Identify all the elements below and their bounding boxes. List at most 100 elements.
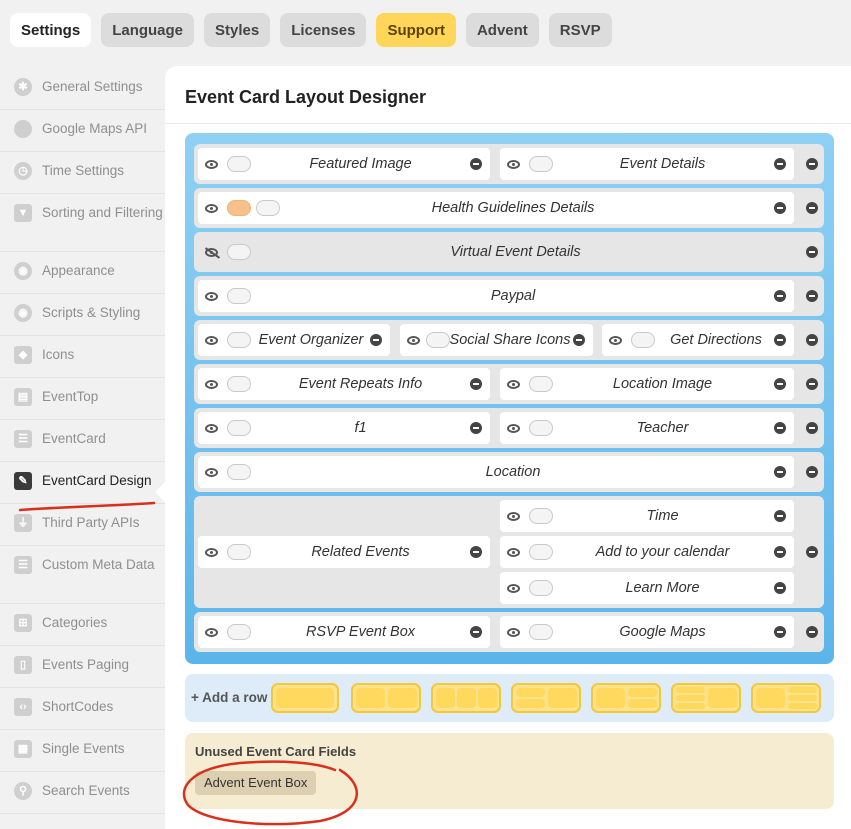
layout-option-two-columns[interactable] [351, 683, 421, 713]
sidebar-item-search-events[interactable]: ⚲ Search Events [0, 772, 165, 814]
field-box-add-to-calendar[interactable]: Add to your calendar [500, 536, 794, 568]
field-box-virtual-event-details[interactable]: Virtual Event Details [198, 236, 794, 268]
layout-row[interactable]: f1 Teacher [194, 408, 824, 448]
layout-row[interactable]: RSVP Event Box Google Maps [194, 612, 824, 652]
visibility-toggle[interactable] [227, 156, 251, 172]
field-box-time[interactable]: Time [500, 500, 794, 532]
tab-language[interactable]: Language [101, 13, 195, 47]
visibility-toggle[interactable] [426, 332, 450, 348]
remove-field-icon[interactable] [774, 626, 786, 638]
field-box-get-directions[interactable]: Get Directions [602, 324, 794, 356]
remove-field-icon[interactable] [774, 290, 786, 302]
eye-icon[interactable] [205, 160, 218, 169]
visibility-toggle[interactable] [529, 544, 553, 560]
remove-row-icon[interactable] [806, 246, 818, 258]
layout-row[interactable]: Featured Image Event Details [194, 144, 824, 184]
sidebar-item-eventtop[interactable]: ▤ EventTop [0, 378, 165, 420]
eye-icon[interactable] [407, 336, 420, 345]
eye-icon[interactable] [205, 204, 218, 213]
eye-icon[interactable] [205, 468, 218, 477]
eye-icon[interactable] [205, 548, 218, 557]
sidebar-item-sorting-filtering[interactable]: ▼ Sorting and Filtering [0, 194, 165, 252]
remove-field-icon[interactable] [774, 510, 786, 522]
eye-icon[interactable] [609, 336, 622, 345]
eye-icon[interactable] [507, 424, 520, 433]
visibility-toggle[interactable] [227, 332, 251, 348]
remove-row-icon[interactable] [806, 626, 818, 638]
color-toggle[interactable] [227, 200, 251, 216]
sidebar-item-categories[interactable]: ⊞ Categories [0, 604, 165, 646]
visibility-toggle[interactable] [227, 376, 251, 392]
remove-field-icon[interactable] [573, 334, 585, 346]
eye-icon[interactable] [507, 628, 520, 637]
remove-field-icon[interactable] [774, 422, 786, 434]
remove-field-icon[interactable] [470, 158, 482, 170]
visibility-toggle[interactable] [529, 580, 553, 596]
remove-row-icon[interactable] [806, 334, 818, 346]
remove-field-icon[interactable] [774, 202, 786, 214]
layout-option-stacked-right[interactable] [591, 683, 661, 713]
layout-option-triple-stacked-right[interactable] [751, 683, 821, 713]
field-box-rsvp-event-box[interactable]: RSVP Event Box [198, 616, 490, 648]
remove-field-icon[interactable] [470, 378, 482, 390]
layout-row[interactable]: Event Organizer Social Share Icons Get D… [194, 320, 824, 360]
remove-field-icon[interactable] [470, 626, 482, 638]
layout-row[interactable]: Virtual Event Details [194, 232, 824, 272]
eye-icon[interactable] [507, 548, 520, 557]
remove-row-icon[interactable] [806, 422, 818, 434]
field-box-paypal[interactable]: Paypal [198, 280, 794, 312]
field-box-google-maps[interactable]: Google Maps [500, 616, 794, 648]
add-row-button[interactable]: + Add a row [191, 674, 267, 722]
visibility-toggle[interactable] [227, 464, 251, 480]
layout-option-triple-stacked-left[interactable] [671, 683, 741, 713]
visibility-toggle[interactable] [631, 332, 655, 348]
sidebar-item-general-settings[interactable]: ✱ General Settings [0, 68, 165, 110]
tab-styles[interactable]: Styles [204, 13, 271, 47]
remove-row-icon[interactable] [806, 546, 818, 558]
visibility-toggle[interactable] [529, 508, 553, 524]
field-box-location-image[interactable]: Location Image [500, 368, 794, 400]
field-box-location[interactable]: Location [198, 456, 794, 488]
remove-field-icon[interactable] [774, 158, 786, 170]
visibility-toggle[interactable] [227, 544, 251, 560]
visibility-toggle[interactable] [227, 288, 251, 304]
tab-advent[interactable]: Advent [465, 13, 539, 47]
sidebar-item-icons[interactable]: ◆ Icons [0, 336, 165, 378]
layout-row[interactable]: Health Guidelines Details [194, 188, 824, 228]
tab-licenses[interactable]: Licenses [280, 13, 367, 47]
visibility-toggle[interactable] [227, 420, 251, 436]
sidebar-item-appearance[interactable]: ◉ Appearance [0, 252, 165, 294]
sidebar-item-time-settings[interactable]: ◷ Time Settings [0, 152, 165, 194]
remove-field-icon[interactable] [774, 378, 786, 390]
eye-slash-icon[interactable] [205, 248, 218, 257]
remove-row-icon[interactable] [806, 290, 818, 302]
visibility-toggle[interactable] [256, 200, 280, 216]
remove-field-icon[interactable] [370, 334, 382, 346]
field-box-teacher[interactable]: Teacher [500, 412, 794, 444]
sidebar-item-eventcard[interactable]: ☰ EventCard [0, 420, 165, 462]
remove-field-icon[interactable] [774, 334, 786, 346]
sidebar-item-shortcodes[interactable]: ‹› ShortCodes [0, 688, 165, 730]
sidebar-item-custom-meta-data[interactable]: ☰ Custom Meta Data [0, 546, 165, 604]
field-box-event-organizer[interactable]: Event Organizer [198, 324, 390, 356]
remove-row-icon[interactable] [806, 378, 818, 390]
field-box-featured-image[interactable]: Featured Image [198, 148, 490, 180]
tab-rsvp[interactable]: RSVP [548, 13, 612, 47]
remove-field-icon[interactable] [774, 466, 786, 478]
remove-field-icon[interactable] [470, 422, 482, 434]
eye-icon[interactable] [507, 380, 520, 389]
remove-field-icon[interactable] [470, 546, 482, 558]
eye-icon[interactable] [205, 628, 218, 637]
field-box-related-events[interactable]: Related Events [198, 536, 490, 568]
layout-option-three-columns[interactable] [431, 683, 501, 713]
field-box-event-details[interactable]: Event Details [500, 148, 794, 180]
visibility-toggle[interactable] [529, 156, 553, 172]
visibility-toggle[interactable] [227, 244, 251, 260]
eye-icon[interactable] [205, 336, 218, 345]
sidebar-item-google-maps-api[interactable]: Google Maps API [0, 110, 165, 152]
eye-icon[interactable] [507, 584, 520, 593]
sidebar-item-third-party-apis[interactable]: ⏚ Third Party APIs [0, 504, 165, 546]
tab-settings[interactable]: Settings [10, 13, 92, 47]
field-box-learn-more[interactable]: Learn More [500, 572, 794, 604]
visibility-toggle[interactable] [529, 420, 553, 436]
